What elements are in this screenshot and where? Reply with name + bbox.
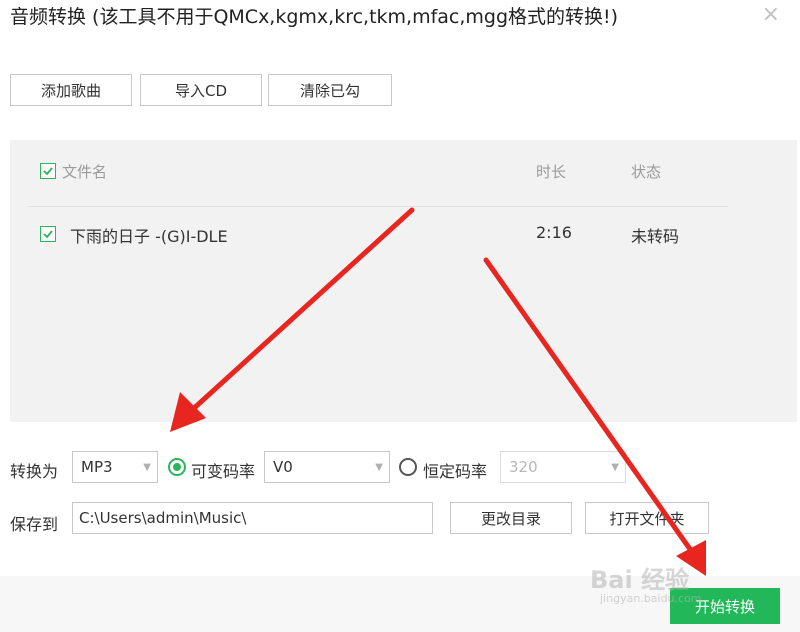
clear-checked-button[interactable]: 清除已勾: [268, 74, 392, 106]
cbr-label: 恒定码率: [423, 462, 488, 481]
file-list-panel: [10, 140, 797, 422]
table-row-duration: 2:16: [536, 223, 572, 242]
import-cd-button[interactable]: 导入CD: [140, 74, 262, 106]
table-row-status: 未转码: [631, 227, 680, 246]
header-divider: [28, 206, 728, 207]
vbr-label: 可变码率: [191, 462, 256, 481]
window-title: 音频转换 (该工具不用于QMCx,kgmx,krc,tkm,mfac,mgg格式…: [10, 6, 619, 28]
cbr-radio[interactable]: [399, 458, 417, 476]
save-path-field[interactable]: C:\Users\admin\Music\: [72, 502, 433, 534]
column-header-status: 状态: [631, 163, 662, 181]
chevron-down-icon: ▼: [143, 462, 151, 473]
watermark-url: jingyan.baidu.com: [600, 592, 702, 605]
change-directory-button[interactable]: 更改目录: [450, 502, 572, 534]
watermark-logo: Bai 经验: [590, 566, 690, 594]
open-folder-button[interactable]: 打开文件夹: [585, 502, 709, 534]
vbr-select-value: V0: [273, 458, 293, 476]
column-header-duration: 时长: [536, 163, 567, 181]
cbr-select[interactable]: 320 ▼: [500, 451, 626, 483]
select-all-checkbox[interactable]: [40, 163, 56, 179]
format-select[interactable]: MP3 ▼: [72, 451, 158, 483]
vbr-select[interactable]: V0 ▼: [264, 451, 390, 483]
checkbox-checked-icon: [43, 167, 53, 176]
checkbox-checked-icon: [43, 230, 53, 239]
column-header-filename: 文件名: [62, 163, 108, 181]
close-icon[interactable]: ×: [762, 2, 780, 27]
save-to-label: 保存到: [10, 515, 59, 534]
chevron-down-icon: ▼: [611, 462, 619, 473]
table-row-filename[interactable]: 下雨的日子 -(G)I-DLE: [70, 223, 228, 247]
add-songs-button[interactable]: 添加歌曲: [10, 74, 132, 106]
chevron-down-icon: ▼: [375, 462, 383, 473]
row-checkbox[interactable]: [40, 226, 56, 242]
vbr-radio[interactable]: [168, 458, 186, 476]
cbr-select-value: 320: [509, 458, 538, 476]
format-select-value: MP3: [81, 458, 113, 476]
convert-to-label: 转换为: [10, 462, 59, 481]
